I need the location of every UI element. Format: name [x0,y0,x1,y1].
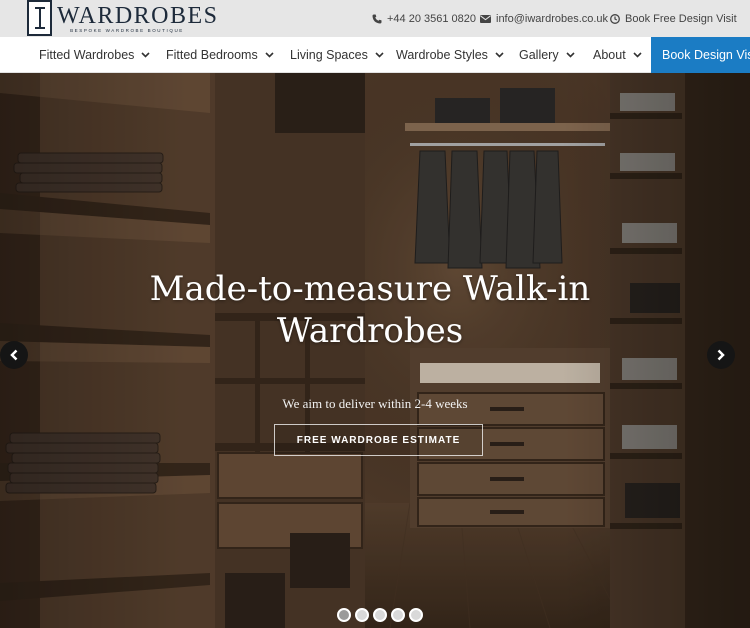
slider-next-button[interactable] [707,341,735,369]
chevron-down-icon [265,52,274,58]
nav-item-label: About [593,48,626,62]
phone-icon [372,14,382,24]
slider-dot-4[interactable] [391,608,405,622]
hero-heading: Made-to-measure Walk-in Wardrobes [0,268,740,352]
hero-subtitle: We aim to deliver within 2-4 weeks [282,396,468,411]
free-wardrobe-estimate-button[interactable]: FREE WARDROBE ESTIMATE [274,424,483,456]
slider-prev-button[interactable] [0,341,28,369]
nav-item-label: Wardrobe Styles [396,48,488,62]
chevron-down-icon [633,52,642,58]
contact-phone-link[interactable]: +44 20 3561 0820 [372,0,476,37]
nav-item-label: Living Spaces [290,48,368,62]
nav-item-label: Gallery [519,48,559,62]
nav-item-fitted-wardrobes[interactable]: Fitted Wardrobes [39,37,150,73]
nav-item-wardrobe-styles[interactable]: Wardrobe Styles [396,37,504,73]
hero-heading-line-1: Made-to-measure Walk-in [149,269,591,309]
logo-tagline: BESPOKE WARDROBE BOUTIQUE [70,28,184,33]
chevron-right-icon [716,349,726,361]
envelope-icon [480,14,491,23]
book-design-visit-button[interactable]: Book Design Visit [651,37,750,73]
clock-icon [610,13,620,24]
chevron-down-icon [495,52,504,58]
nav-item-fitted-bedrooms[interactable]: Fitted Bedrooms [166,37,274,73]
chevron-down-icon [375,52,384,58]
top-bar: WARDROBES BESPOKE WARDROBE BOUTIQUE +44 … [0,0,750,37]
slider-dot-2[interactable] [355,608,369,622]
chevron-down-icon [566,52,575,58]
contact-email-link[interactable]: info@iwardrobes.co.uk [480,0,608,37]
chevron-down-icon [141,52,150,58]
chevron-left-icon [9,349,19,361]
hero-heading-line-2: Wardrobes [276,311,464,351]
slider-dot-3[interactable] [373,608,387,622]
site-logo[interactable]: WARDROBES BESPOKE WARDROBE BOUTIQUE [27,0,217,37]
slider-dot-1[interactable] [337,608,351,622]
book-visit-label: Book Free Design Visit [625,12,737,25]
logo-wordmark: WARDROBES [57,3,219,29]
nav-item-label: Fitted Wardrobes [39,48,135,62]
nav-item-living-spaces[interactable]: Living Spaces [290,37,384,73]
slider-dot-5[interactable] [409,608,423,622]
book-visit-link[interactable]: Book Free Design Visit [610,0,737,37]
nav-item-label: Fitted Bedrooms [166,48,258,62]
phone-number: +44 20 3561 0820 [387,12,477,25]
main-nav: Fitted Wardrobes Fitted Bedrooms Living … [0,37,750,73]
nav-item-about[interactable]: About [593,37,642,73]
nav-item-gallery[interactable]: Gallery [519,37,575,73]
email-address: info@iwardrobes.co.uk [496,12,609,25]
i-monogram-icon [27,0,52,36]
slider-pagination [337,608,423,622]
hero-slider: Made-to-measure Walk-in Wardrobes We aim… [0,73,750,628]
